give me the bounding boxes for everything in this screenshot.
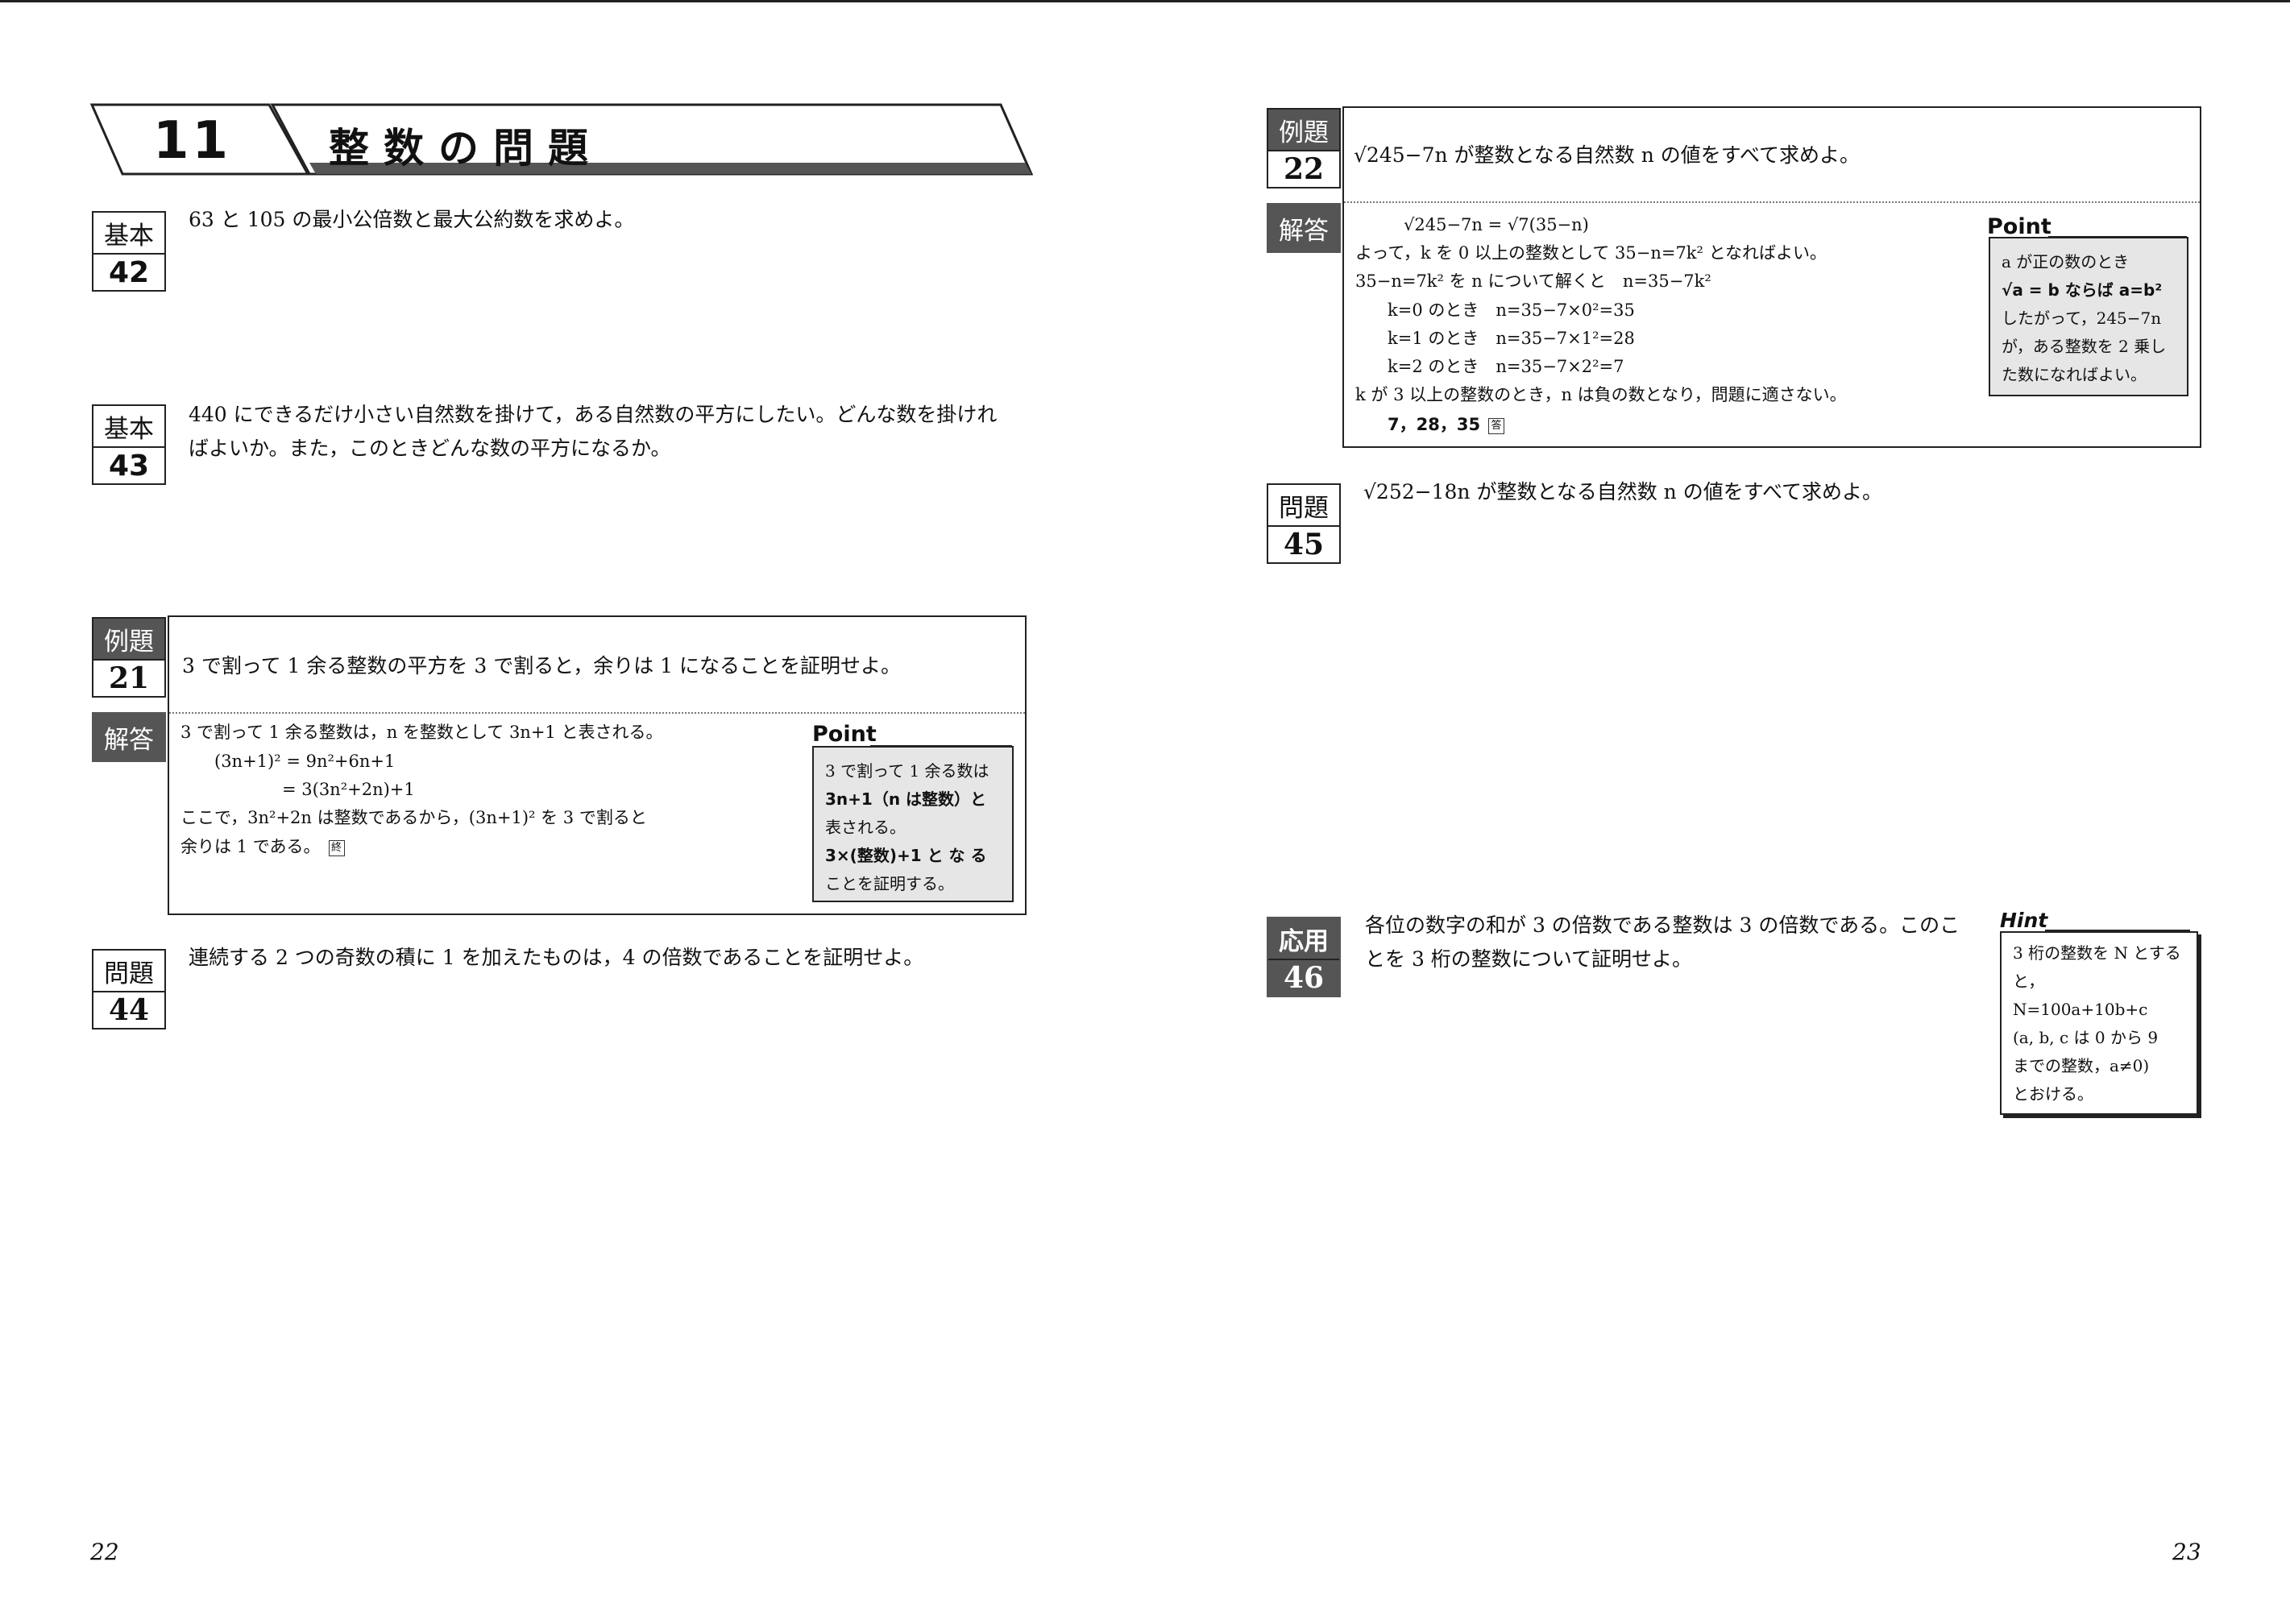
hint-line: までの整数，a≠0)	[2013, 1056, 2150, 1075]
answer-22-line: k=2 のとき n=35−7×2²=7	[1388, 357, 1624, 376]
label-kaito-21: 解答	[92, 712, 166, 762]
point-line: √a = b ならば a=b²	[2002, 280, 2163, 300]
label-number: 22	[1268, 150, 1339, 187]
label-text: 例題	[93, 619, 164, 659]
answer-22-result: 7，28，35	[1388, 415, 1481, 434]
answer-21-line: 余りは 1 である。終	[180, 833, 345, 861]
page-number-right: 23	[2172, 1539, 2201, 1565]
label-text: 例題	[1268, 110, 1339, 150]
label-text: 問題	[104, 959, 154, 988]
problem-46-line2: とを 3 桁の整数について証明せよ。	[1365, 947, 1693, 971]
top-rule	[0, 0, 2290, 2]
label-number: 44	[93, 991, 164, 1028]
answer-22-line: k=1 のとき n=35−7×1²=28	[1388, 329, 1635, 348]
problem-46-line1: 各位の数字の和が 3 の倍数である整数は 3 の倍数である。このこ	[1365, 914, 1960, 937]
label-mondai-44: 問題 44	[92, 949, 166, 1030]
answer-22-line: √245−7n = √7(35−n)	[1404, 215, 1589, 234]
label-reidai-21: 例題 21	[92, 617, 166, 698]
chapter-number: 11	[153, 111, 232, 171]
problem-42-text: 63 と 105 の最小公倍数と最大公約数を求めよ。	[189, 208, 635, 231]
answer-22-line: 7，28，35 答	[1388, 411, 1505, 439]
example-22-text: √245−7n が整数となる自然数 n の値をすべて求めよ。	[1354, 143, 1861, 167]
answer-21-line-text: 余りは 1 である。	[180, 837, 321, 856]
answer-21-line: = 3(3n²+2n)+1	[282, 780, 415, 799]
point-line: ことを証明する。	[825, 874, 954, 893]
label-number: 43	[93, 446, 164, 483]
hint-line: (a, b, c は 0 から 9	[2013, 1028, 2159, 1047]
answer-21-line: (3n+1)² = 9n²+6n+1	[214, 752, 396, 771]
point-22-title: Point	[1987, 214, 2051, 239]
label-ohyo-46: 応用 46	[1267, 917, 1341, 997]
end-mark: 答	[1488, 417, 1505, 434]
example-21-divider	[169, 712, 1025, 714]
hint-46-title: Hint	[2000, 909, 2048, 932]
answer-21-line: ここで，3n²+2n は整数であるから，(3n+1)² を 3 で割ると	[180, 808, 647, 827]
label-text: 応用	[1268, 918, 1339, 959]
point-line: 表される。	[825, 818, 906, 837]
problem-43-line1: 440 にできるだけ小さい自然数を掛けて，ある自然数の平方にしたい。どんな数を掛…	[189, 403, 998, 426]
point-line: したがって，245−7n	[2002, 309, 2162, 328]
label-number: 45	[1268, 525, 1339, 562]
label-number: 46	[1268, 959, 1339, 996]
label-reidai-22: 例題 22	[1267, 108, 1341, 188]
point-21-box: 3 で割って 1 余る数は 3n+1（n は整数）と 表される。 3×(整数)+…	[812, 746, 1014, 902]
point-22-box: a が正の数のとき √a = b ならば a=b² したがって，245−7n が…	[1989, 237, 2188, 396]
hint-line: と，	[2013, 972, 2045, 991]
label-kaito-22: 解答	[1267, 203, 1341, 253]
hint-line: 3 桁の整数を N とする	[2013, 943, 2181, 963]
answer-22-line: k が 3 以上の整数のとき，n は負の数となり，問題に適さない。	[1355, 385, 1847, 404]
answer-21-line: 3 で割って 1 余る整数は，n を整数として 3n+1 と表される。	[180, 723, 663, 742]
answer-22-line: k=0 のとき n=35−7×0²=35	[1388, 300, 1635, 320]
label-text: 基本	[104, 221, 154, 251]
problem-44-text: 連続する 2 つの奇数の積に 1 を加えたものは，4 の倍数であることを証明せよ…	[189, 946, 924, 969]
problem-45-text: √252−18n が整数となる自然数 n の値をすべて求めよ。	[1363, 480, 1882, 503]
label-number: 21	[93, 659, 164, 696]
label-number: 42	[93, 253, 164, 290]
problem-43-line2: ばよいか。また，このときどんな数の平方になるか。	[189, 437, 671, 460]
point-line: 3 で割って 1 余る数は	[825, 761, 989, 781]
point-line: a が正の数のとき	[2002, 252, 2130, 271]
page-number-left: 22	[90, 1539, 119, 1565]
chapter-title: 整数の問題	[329, 125, 603, 172]
label-text: 問題	[1279, 493, 1329, 523]
answer-22-line: 35−n=7k² を n について解くと n=35−7k²	[1355, 271, 1711, 291]
hint-46-box: 3 桁の整数を N とする と， N=100a+10b+c (a, b, c は…	[2000, 931, 2198, 1115]
label-kihon-42: 基本 42	[92, 211, 166, 292]
point-line: 3×(整数)+1 と な る	[825, 846, 987, 865]
point-line: 3n+1（n は整数）と	[825, 789, 987, 809]
label-text: 基本	[104, 414, 154, 444]
answer-22-line: よって，k を 0 以上の整数として 35−n=7k² となればよい。	[1355, 243, 1827, 263]
point-line: が，ある整数を 2 乗し	[2002, 337, 2167, 356]
point-line: た数になればよい。	[2002, 365, 2147, 384]
end-mark: 終	[328, 839, 345, 856]
hint-line: とおける。	[2013, 1084, 2093, 1104]
label-mondai-45: 問題 45	[1267, 483, 1341, 564]
example-21-text: 3 で割って 1 余る整数の平方を 3 で割ると，余りは 1 になることを証明せ…	[182, 654, 902, 677]
hint-line: N=100a+10b+c	[2013, 1000, 2148, 1019]
point-21-title: Point	[812, 722, 877, 747]
label-kihon-43: 基本 43	[92, 404, 166, 485]
example-22-divider	[1344, 201, 2200, 203]
